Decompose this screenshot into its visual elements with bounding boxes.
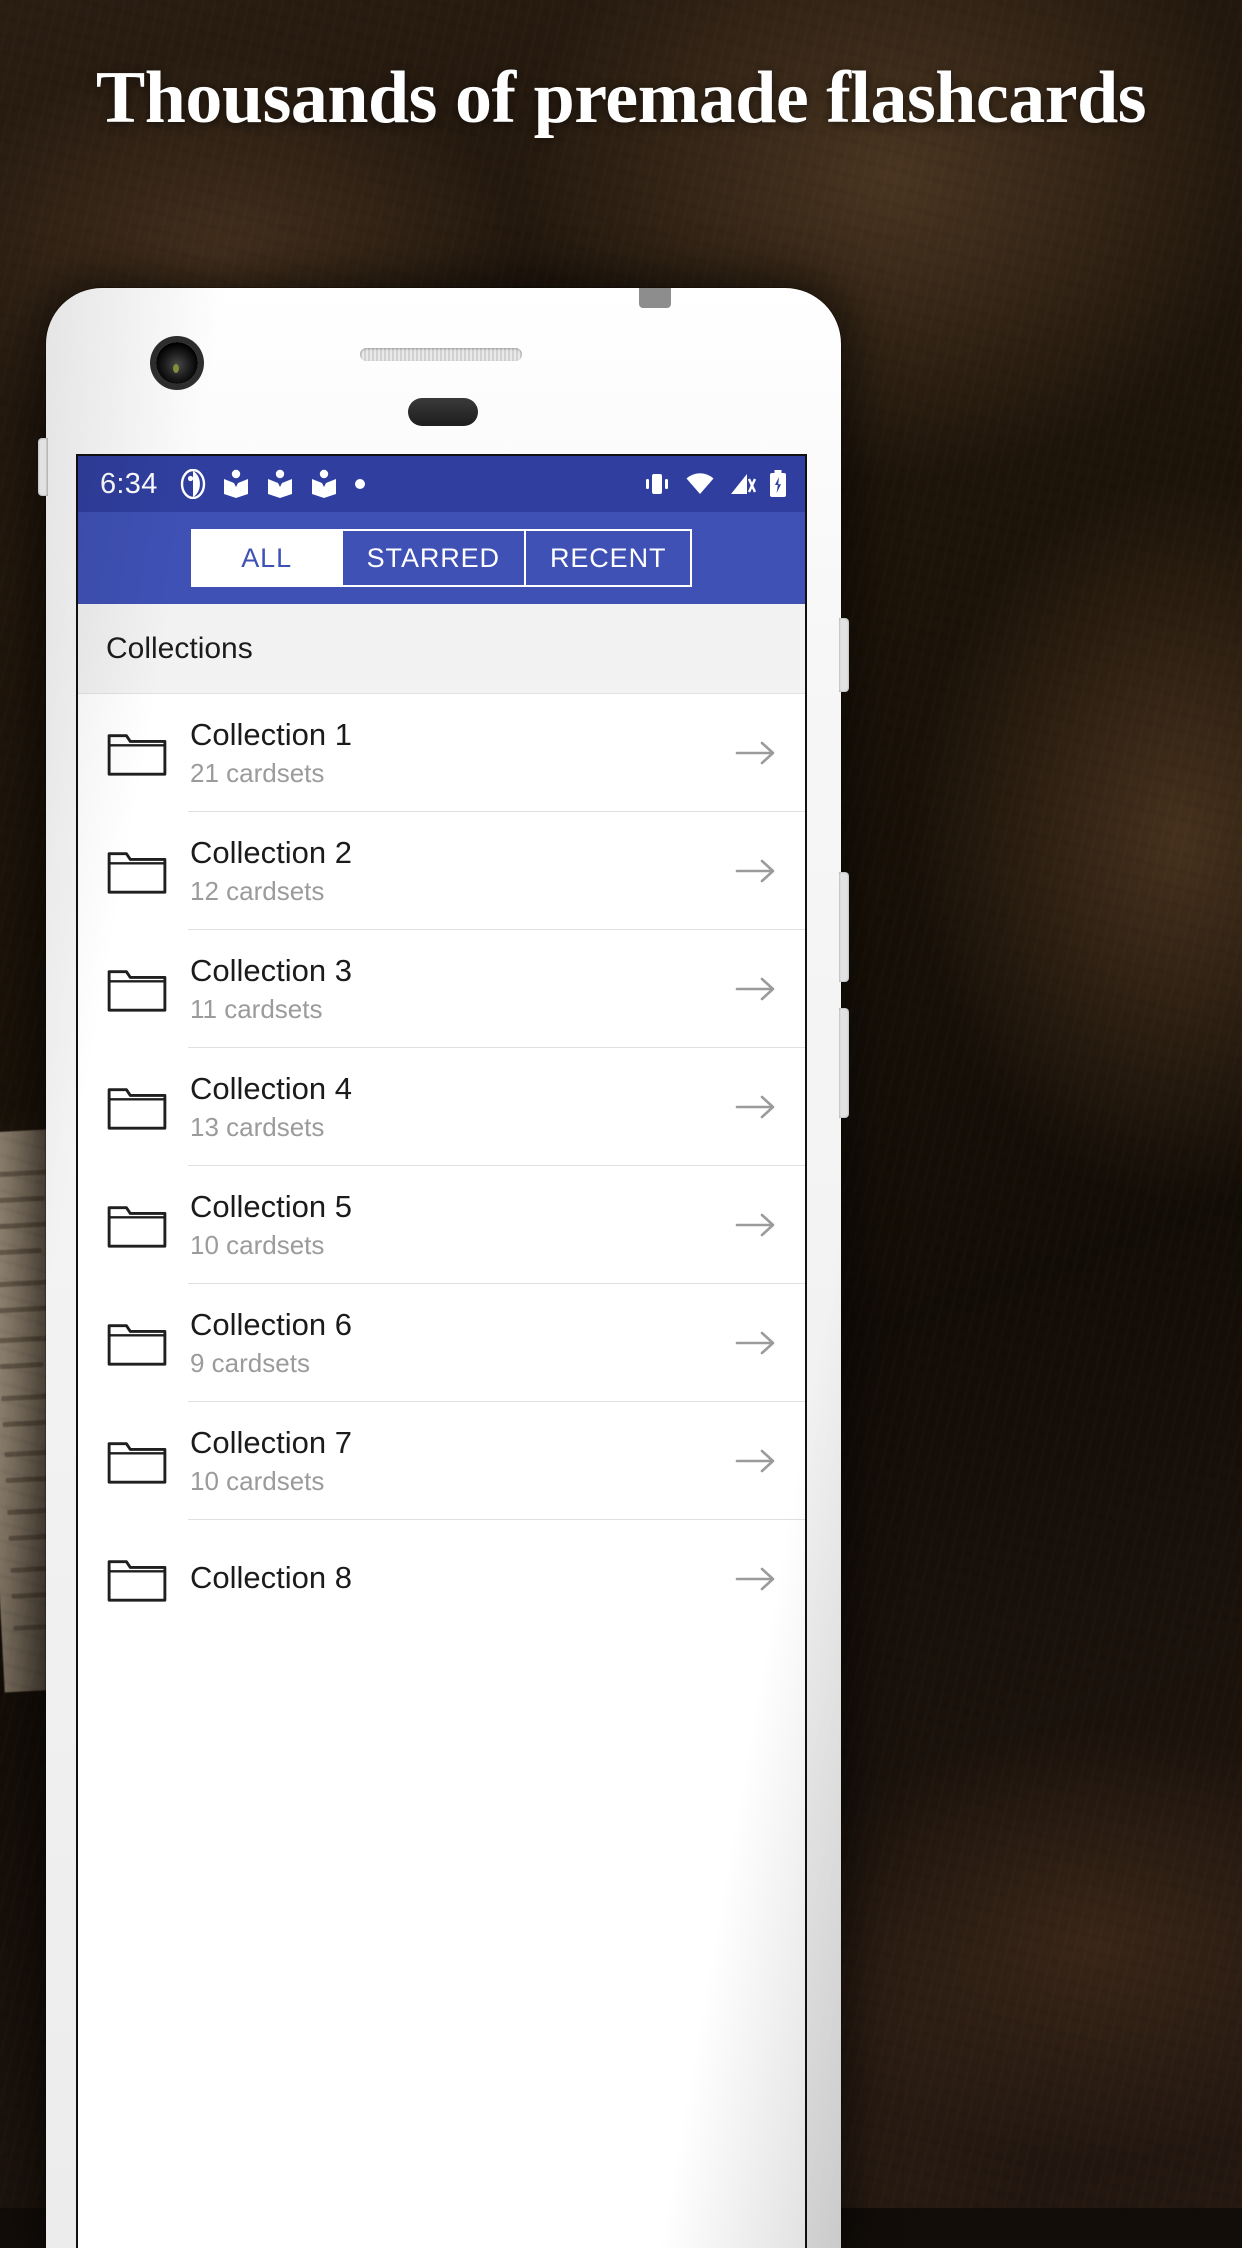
- wifi-icon: [686, 473, 714, 494]
- section-header-collections: Collections: [78, 604, 805, 694]
- folder-icon: [107, 1324, 167, 1366]
- side-button-left[interactable]: [38, 438, 48, 496]
- list-item[interactable]: Collection 1 21 cardsets: [78, 694, 805, 812]
- list-item-arrow[interactable]: [733, 1564, 777, 1594]
- list-item-title: Collection 4: [190, 1070, 352, 1106]
- list-item-arrow[interactable]: [733, 738, 777, 768]
- list-item-arrow[interactable]: [733, 974, 777, 1004]
- list-item[interactable]: Collection 8: [78, 1520, 805, 1638]
- book-icon: [267, 469, 292, 498]
- list-item-text: Collection 7 10 cardsets: [190, 1424, 733, 1499]
- list-item[interactable]: Collection 3 11 cardsets: [78, 930, 805, 1048]
- volume-down-button[interactable]: [839, 1008, 849, 1118]
- status-bar: 6:34: [78, 456, 805, 512]
- page-title: Thousands of premade flashcards: [95, 57, 1147, 139]
- list-item-arrow[interactable]: [733, 1328, 777, 1358]
- list-item-subtitle: 9 cardsets: [190, 1347, 310, 1378]
- front-camera-icon: [156, 342, 198, 384]
- list-item-arrow[interactable]: [733, 1092, 777, 1122]
- arrow-right-icon: [735, 859, 775, 883]
- notification-icons: [180, 469, 366, 499]
- list-item-subtitle: 13 cardsets: [190, 1111, 325, 1142]
- volume-up-button[interactable]: [839, 872, 849, 982]
- list-item-arrow[interactable]: [733, 856, 777, 886]
- list-item[interactable]: Collection 2 12 cardsets: [78, 812, 805, 930]
- list-item-title: Collection 7: [190, 1424, 352, 1460]
- list-item-text: Collection 8: [190, 1559, 733, 1600]
- folder-icon: [107, 1088, 167, 1130]
- phone-screen: 6:34 ALL STARRED RECENT Collections Coll…: [78, 456, 805, 2248]
- tab-all[interactable]: ALL: [190, 529, 341, 587]
- phone-mockup: 6:34 ALL STARRED RECENT Collections Coll…: [38, 288, 849, 2248]
- list-item-title: Collection 8: [190, 1559, 352, 1595]
- list-item-subtitle: 10 cardsets: [190, 1229, 325, 1260]
- list-item-text: Collection 3 11 cardsets: [190, 952, 733, 1027]
- tab-starred[interactable]: STARRED: [340, 529, 524, 587]
- list-item[interactable]: Collection 6 9 cardsets: [78, 1284, 805, 1402]
- list-item-text: Collection 2 12 cardsets: [190, 834, 733, 909]
- vibrate-icon: [646, 474, 668, 494]
- folder-icon: [107, 970, 167, 1012]
- folder-icon: [107, 1442, 167, 1484]
- earpiece-speaker: [360, 348, 522, 361]
- folder-icon: [107, 1560, 167, 1602]
- list-item-text: Collection 1 21 cardsets: [190, 716, 733, 791]
- battery-charging-icon: [770, 470, 786, 497]
- arrow-right-icon: [735, 1567, 775, 1591]
- app-bar: ALL STARRED RECENT: [78, 512, 805, 604]
- folder-icon: [107, 1206, 167, 1248]
- list-item-title: Collection 5: [190, 1188, 352, 1224]
- list-item-title: Collection 1: [190, 716, 352, 752]
- list-item-text: Collection 6 9 cardsets: [190, 1306, 733, 1381]
- list-item-title: Collection 6: [190, 1306, 352, 1342]
- sensor-nub: [639, 288, 671, 308]
- list-item-arrow[interactable]: [733, 1210, 777, 1240]
- list-item-title: Collection 2: [190, 834, 352, 870]
- arrow-right-icon: [735, 977, 775, 1001]
- list-item-text: Collection 4 13 cardsets: [190, 1070, 733, 1145]
- list-item-subtitle: 11 cardsets: [190, 993, 323, 1024]
- list-item-subtitle: 12 cardsets: [190, 875, 325, 906]
- list-item-text: Collection 5 10 cardsets: [190, 1188, 733, 1263]
- book-icon: [223, 469, 248, 498]
- side-button-right-1[interactable]: [839, 618, 849, 692]
- arrow-right-icon: [735, 1331, 775, 1355]
- list-item-arrow[interactable]: [733, 1446, 777, 1476]
- arrow-right-icon: [735, 1095, 775, 1119]
- home-button[interactable]: [408, 398, 478, 426]
- arrow-right-icon: [735, 1449, 775, 1473]
- list-item-subtitle: 21 cardsets: [190, 757, 325, 788]
- collections-list: Collection 1 21 cardsets Collection 2 12…: [78, 694, 805, 1638]
- status-clock: 6:34: [100, 467, 158, 500]
- list-item-title: Collection 3: [190, 952, 352, 988]
- folder-icon: [107, 852, 167, 894]
- signal-off-icon: [731, 474, 756, 494]
- list-item[interactable]: Collection 7 10 cardsets: [78, 1402, 805, 1520]
- app-badge-icon: [180, 469, 205, 499]
- arrow-right-icon: [735, 741, 775, 765]
- tab-group: ALL STARRED RECENT: [190, 529, 693, 587]
- system-status-icons: [642, 470, 787, 498]
- arrow-right-icon: [735, 1213, 775, 1237]
- tab-recent[interactable]: RECENT: [523, 529, 693, 587]
- list-item[interactable]: Collection 4 13 cardsets: [78, 1048, 805, 1166]
- dot-icon: [354, 479, 365, 489]
- list-item[interactable]: Collection 5 10 cardsets: [78, 1166, 805, 1284]
- folder-icon: [107, 734, 167, 776]
- book-icon: [311, 469, 336, 498]
- list-item-subtitle: 10 cardsets: [190, 1465, 325, 1496]
